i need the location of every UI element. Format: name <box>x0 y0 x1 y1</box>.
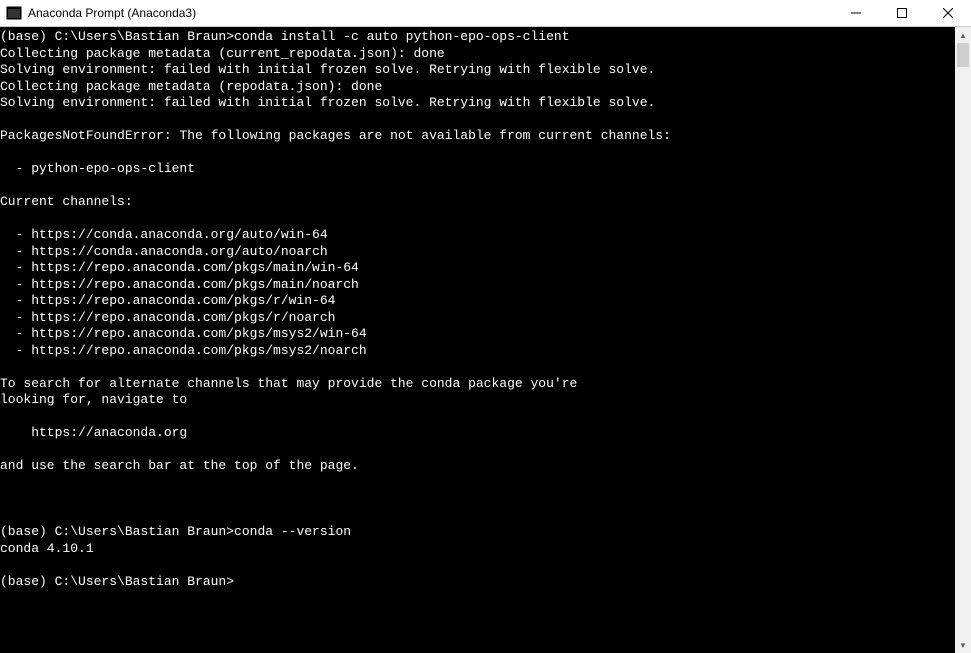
terminal-line: - https://conda.anaconda.org/auto/noarch <box>0 244 955 261</box>
scroll-down-arrow[interactable]: ▼ <box>955 637 971 653</box>
terminal-line: - python-epo-ops-client <box>0 161 955 178</box>
terminal-line: Current channels: <box>0 194 955 211</box>
terminal-line <box>0 145 955 162</box>
terminal-line <box>0 491 955 508</box>
terminal-line: looking for, navigate to <box>0 392 955 409</box>
terminal-line: To search for alternate channels that ma… <box>0 376 955 393</box>
terminal-line: - https://repo.anaconda.com/pkgs/main/wi… <box>0 260 955 277</box>
terminal-output[interactable]: (base) C:\Users\Bastian Braun>conda inst… <box>0 27 955 653</box>
terminal-line: Solving environment: failed with initial… <box>0 62 955 79</box>
scroll-up-arrow[interactable]: ▲ <box>955 27 971 43</box>
terminal-line: - https://repo.anaconda.com/pkgs/r/noarc… <box>0 310 955 327</box>
window-titlebar: Anaconda Prompt (Anaconda3) <box>0 0 971 27</box>
terminal-line: - https://repo.anaconda.com/pkgs/msys2/n… <box>0 343 955 360</box>
terminal-line: - https://repo.anaconda.com/pkgs/msys2/w… <box>0 326 955 343</box>
terminal-line: Collecting package metadata (current_rep… <box>0 46 955 63</box>
terminal-line: PackagesNotFoundError: The following pac… <box>0 128 955 145</box>
terminal-line <box>0 211 955 228</box>
terminal-line: (base) C:\Users\Bastian Braun>conda --ve… <box>0 524 955 541</box>
maximize-button[interactable] <box>879 0 925 26</box>
terminal-wrapper: (base) C:\Users\Bastian Braun>conda inst… <box>0 27 971 653</box>
window-controls <box>833 0 971 26</box>
terminal-line <box>0 178 955 195</box>
terminal-line: (base) C:\Users\Bastian Braun>conda inst… <box>0 29 955 46</box>
terminal-line <box>0 359 955 376</box>
terminal-line <box>0 557 955 574</box>
terminal-line: https://anaconda.org <box>0 425 955 442</box>
scroll-thumb[interactable] <box>957 43 969 67</box>
vertical-scrollbar[interactable]: ▲ ▼ <box>955 27 971 653</box>
minimize-button[interactable] <box>833 0 879 26</box>
terminal-line <box>0 112 955 129</box>
terminal-line: Solving environment: failed with initial… <box>0 95 955 112</box>
close-button[interactable] <box>925 0 971 26</box>
terminal-line: - https://repo.anaconda.com/pkgs/main/no… <box>0 277 955 294</box>
terminal-line: - https://conda.anaconda.org/auto/win-64 <box>0 227 955 244</box>
terminal-line: Collecting package metadata (repodata.js… <box>0 79 955 96</box>
terminal-line <box>0 475 955 492</box>
window-title: Anaconda Prompt (Anaconda3) <box>28 6 833 20</box>
terminal-line: - https://repo.anaconda.com/pkgs/r/win-6… <box>0 293 955 310</box>
terminal-line: and use the search bar at the top of the… <box>0 458 955 475</box>
terminal-line <box>0 442 955 459</box>
terminal-line: conda 4.10.1 <box>0 541 955 558</box>
terminal-line <box>0 409 955 426</box>
app-icon <box>6 5 22 21</box>
terminal-line: (base) C:\Users\Bastian Braun> <box>0 574 955 591</box>
terminal-line <box>0 508 955 525</box>
